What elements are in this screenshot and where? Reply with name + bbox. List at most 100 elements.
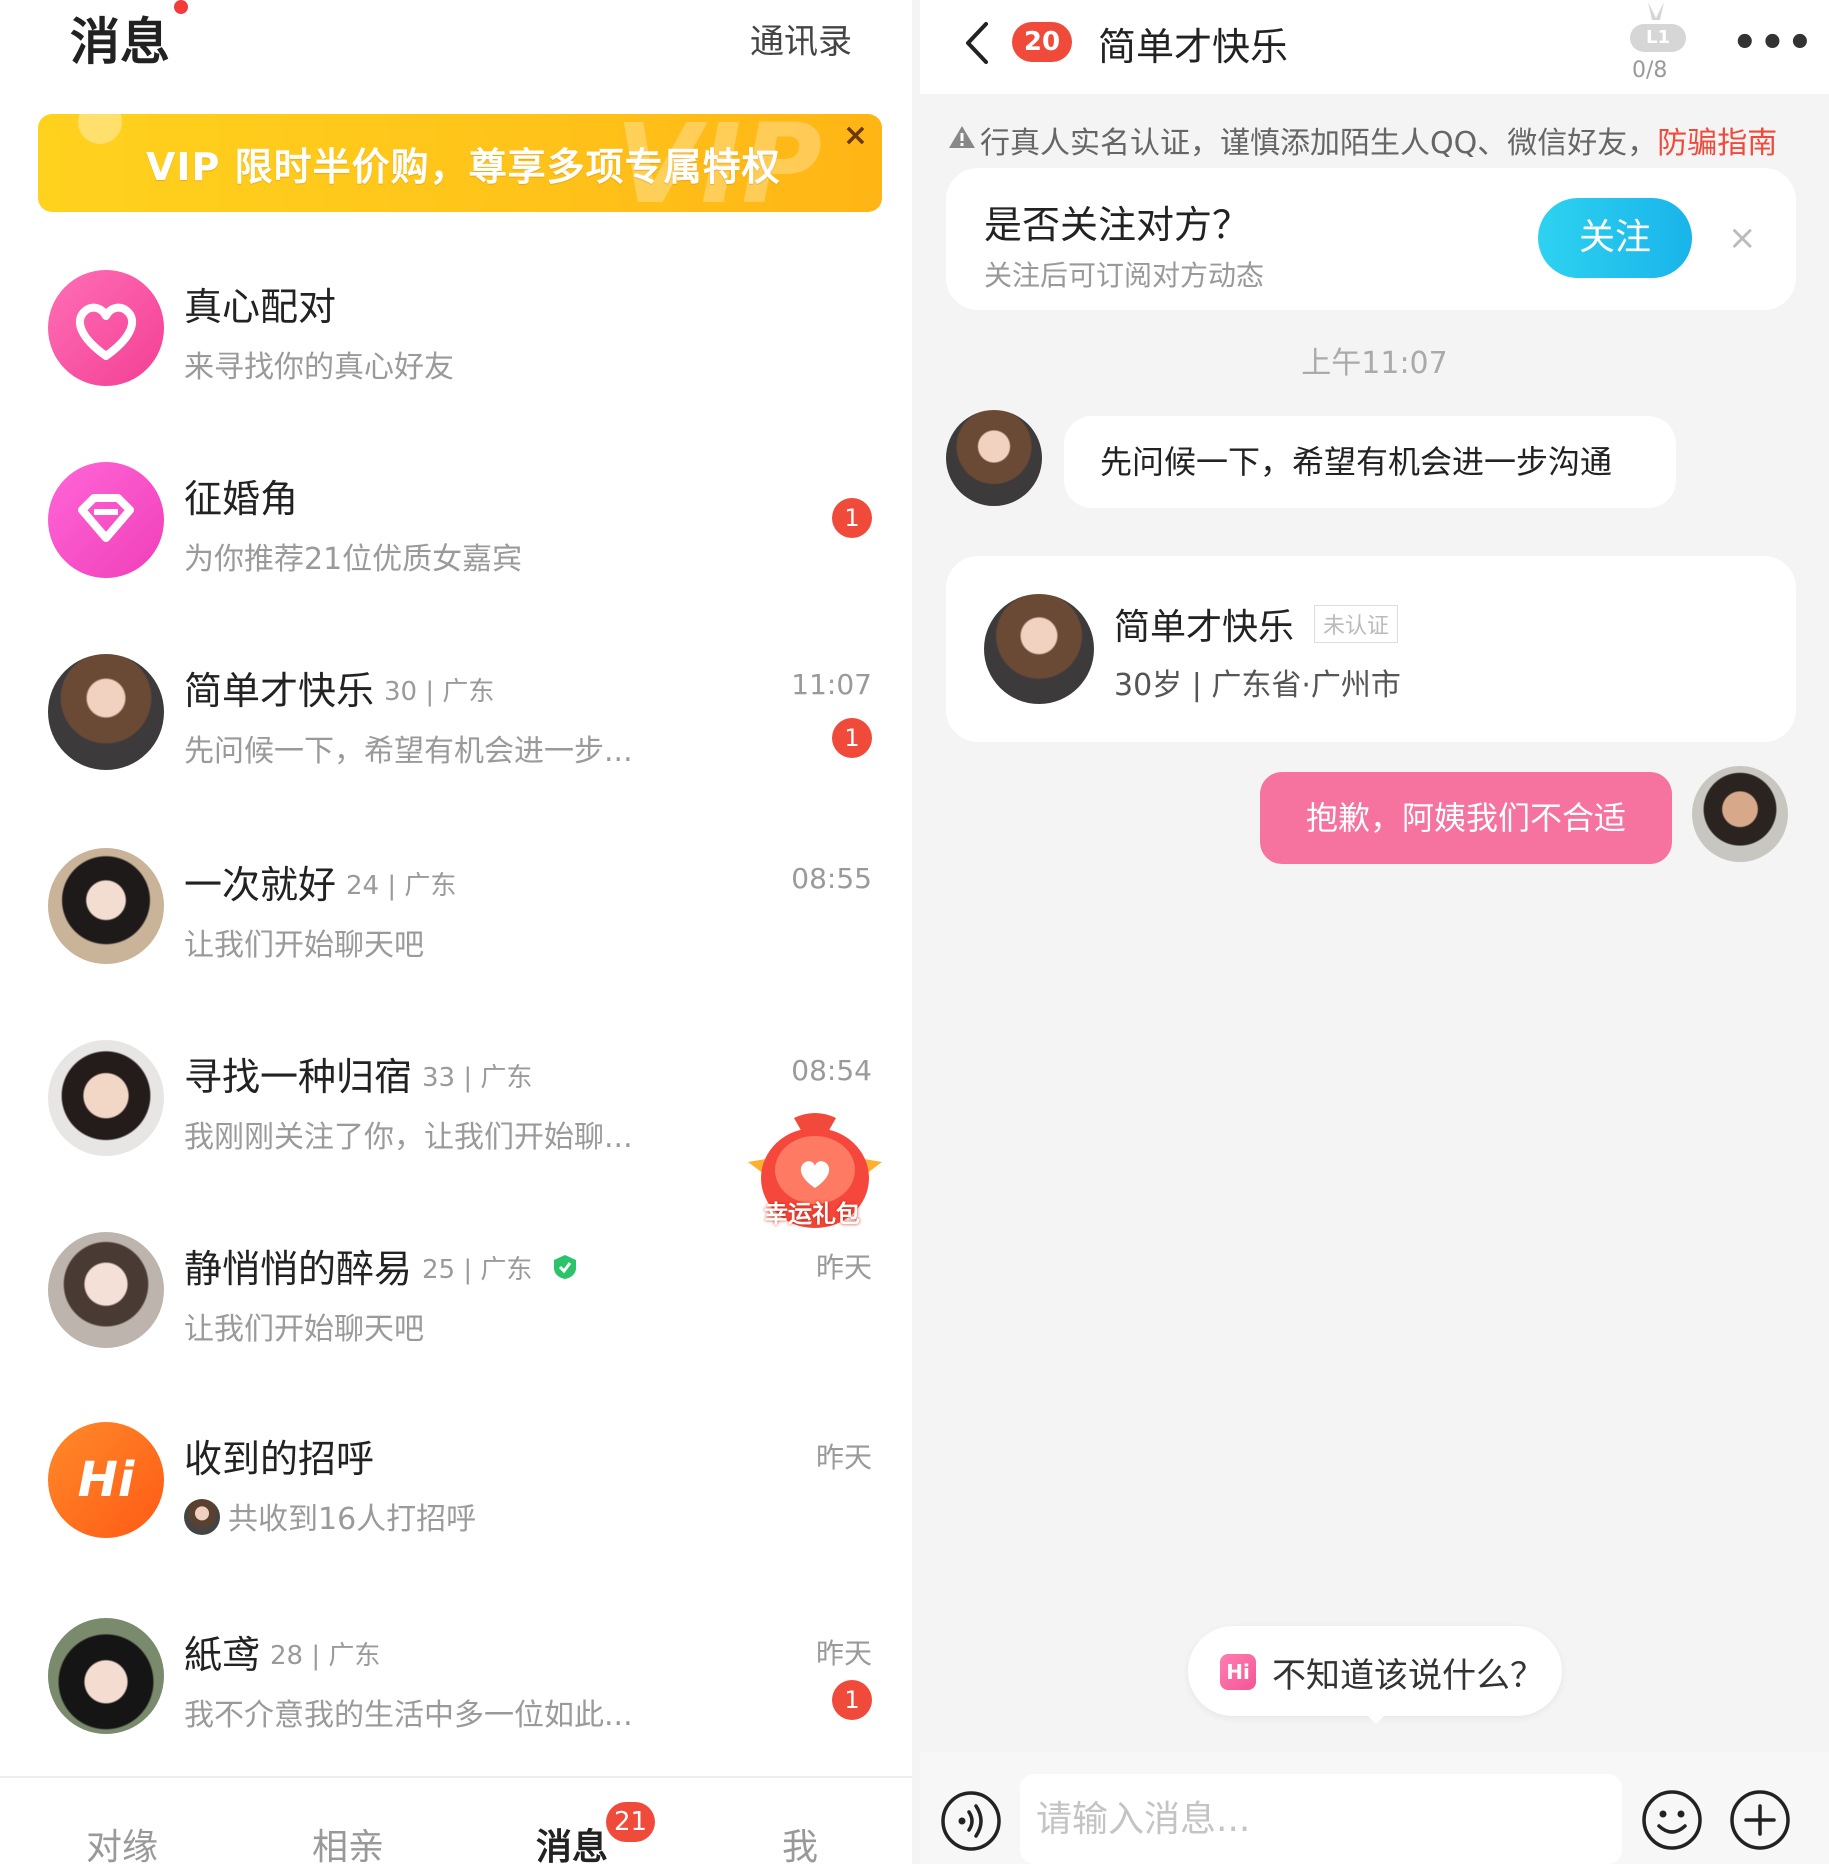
conversation-item[interactable]: 紙鸢 28 | 广东 我不介意我的生活中多一位如此... 昨天 1 <box>0 1582 920 1772</box>
hi-icon: Hi <box>1220 1654 1256 1690</box>
unverified-tag: 未认证 <box>1314 605 1399 643</box>
age-location: 24 | 广东 <box>346 871 457 901</box>
conversation-time: 昨天 <box>815 1637 872 1670</box>
diamond-icon <box>48 462 164 578</box>
close-icon[interactable]: × <box>1728 218 1757 258</box>
vip-banner-decoration <box>78 114 122 144</box>
heart-icon <box>48 270 164 386</box>
emoji-icon[interactable] <box>1640 1788 1704 1852</box>
user-avatar <box>48 654 164 770</box>
unread-badge: 1 <box>832 498 872 538</box>
incoming-message-bubble: 先问候一下，希望有机会进一步沟通 <box>1064 416 1676 508</box>
tab-me[interactable]: 我 <box>782 1818 818 1864</box>
conversation-time: 11:07 <box>791 668 872 701</box>
my-avatar[interactable] <box>1692 766 1788 862</box>
lucky-gift-label: 幸运礼包 <box>764 1200 860 1228</box>
sender-avatar[interactable] <box>946 410 1042 506</box>
conversation-preview: 让我们开始聊天吧 <box>184 928 424 963</box>
follow-prompt-card: 是否关注对方？ 关注后可订阅对方动态 关注 × <box>946 168 1796 310</box>
hi-icon: Hi <box>48 1422 164 1538</box>
conversation-preview: 让我们开始聊天吧 <box>184 1312 424 1347</box>
chat-header: 20 简单才快乐 L1 0/8 ••• <box>920 0 1829 94</box>
profile-avatar <box>984 594 1094 704</box>
conversation-name: 收到的招呼 <box>184 1437 375 1481</box>
message-input[interactable] <box>1020 1774 1622 1864</box>
conversation-name: 征婚角 <box>184 477 299 521</box>
conversation-preview: 先问候一下，希望有机会进一步... <box>184 734 633 769</box>
conversation-name: 寻找一种归宿 33 | 广东 <box>184 1055 533 1099</box>
age-location: 28 | 广东 <box>270 1641 381 1671</box>
conversation-name: 紙鸢 28 | 广东 <box>184 1633 381 1677</box>
plus-icon[interactable] <box>1728 1788 1792 1852</box>
chat-title: 简单才快乐 <box>1098 25 1289 69</box>
age-location: 25 | 广东 <box>422 1255 533 1285</box>
conversation-item[interactable]: 真心配对 来寻找你的真心好友 <box>0 230 920 420</box>
user-avatar <box>48 1618 164 1734</box>
sender-avatar <box>184 1499 220 1535</box>
anti-fraud-guide-link[interactable]: 防骗指南 <box>1657 126 1777 161</box>
conversation-name: 简单才快乐 30 | 广东 <box>184 669 495 713</box>
unread-badge: 1 <box>832 718 872 758</box>
tab-duiyuan[interactable]: 对缘 <box>86 1818 158 1864</box>
conversation-preview: 来寻找你的真心好友 <box>184 350 454 385</box>
more-icon[interactable]: ••• <box>1732 20 1815 66</box>
level-indicator[interactable]: L1 0/8 <box>1624 0 1688 84</box>
follow-prompt-subtitle: 关注后可订阅对方动态 <box>984 259 1265 292</box>
follow-button[interactable]: 关注 <box>1538 198 1692 278</box>
conversation-item[interactable]: 征婚角 为你推荐21位优质女嘉宾 1 <box>0 422 920 612</box>
user-avatar <box>48 1040 164 1156</box>
conversation-time: 08:54 <box>791 1054 872 1087</box>
voice-icon[interactable] <box>940 1790 1002 1852</box>
message-timestamp: 上午11:07 <box>1301 346 1448 381</box>
conversation-item[interactable]: Hi 收到的招呼 共收到16人打招呼 昨天 <box>0 1390 920 1580</box>
chat-screen: 20 简单才快乐 L1 0/8 ••• 行真人实名认证，谨慎添加陌生人QQ、微信… <box>920 0 1829 1864</box>
message-list-screen: 消息 通讯录 VIP VIP 限时半价购，尊享多项专属特权 × 真心配对 来寻找… <box>0 0 920 1864</box>
conversation-time: 昨天 <box>815 1441 872 1474</box>
conversation-preview: 我不介意我的生活中多一位如此... <box>184 1698 633 1733</box>
lucky-gift-button[interactable]: 幸运礼包 <box>744 1108 886 1232</box>
hint-tail <box>1364 1712 1388 1724</box>
warning-icon <box>949 126 975 148</box>
level-badge: L1 <box>1630 24 1686 52</box>
profile-info: 30岁 | 广东省·广州市 <box>1114 668 1401 703</box>
conversation-name: 一次就好 24 | 广东 <box>184 863 457 907</box>
screen-divider <box>912 0 920 1864</box>
bottom-tab-bar: 对缘 相亲 消息 21 我 <box>0 1776 920 1864</box>
conversation-name: 静悄悄的醉易 25 | 广东 <box>184 1238 578 1293</box>
message-input-bar <box>920 1752 1829 1864</box>
messages-tab-badge: 21 <box>606 1802 656 1842</box>
conversation-preview: 我刚刚关注了你，让我们开始聊... <box>184 1120 633 1155</box>
conversation-name: 真心配对 <box>184 285 337 329</box>
page-title: 消息 <box>70 13 170 71</box>
age-location: 33 | 广东 <box>422 1063 533 1093</box>
notification-dot <box>174 0 188 14</box>
unread-badge: 1 <box>832 1680 872 1720</box>
tab-messages[interactable]: 消息 <box>536 1818 608 1864</box>
conversation-preview: 为你推荐21位优质女嘉宾 <box>184 542 523 577</box>
vip-close-icon[interactable]: × <box>843 118 868 153</box>
follow-prompt-title: 是否关注对方？ <box>984 203 1251 247</box>
conversation-item[interactable]: 简单才快乐 30 | 广东 先问候一下，希望有机会进一步... 11:07 1 <box>0 616 920 806</box>
profile-card[interactable]: 简单才快乐 未认证 30岁 | 广东省·广州市 <box>946 556 1796 742</box>
conversation-time: 08:55 <box>791 862 872 895</box>
user-avatar <box>48 1232 164 1348</box>
outgoing-message-bubble: 抱歉，阿姨我们不合适 <box>1260 772 1672 864</box>
user-avatar <box>48 848 164 964</box>
unread-count-badge: 20 <box>1012 22 1072 62</box>
profile-name: 简单才快乐 <box>1114 607 1295 648</box>
vip-banner-text: VIP 限时半价购，尊享多项专属特权 <box>146 145 781 189</box>
back-icon[interactable] <box>958 18 998 68</box>
vip-banner[interactable]: VIP VIP 限时半价购，尊享多项专属特权 × <box>38 114 882 212</box>
age-location: 30 | 广东 <box>384 677 495 707</box>
safety-notice: 行真人实名认证，谨慎添加陌生人QQ、微信好友，防骗指南 <box>920 114 1829 164</box>
safety-notice-text: 行真人实名认证，谨慎添加陌生人QQ、微信好友， <box>980 126 1658 161</box>
verified-icon <box>552 1245 578 1279</box>
conversation-hint[interactable]: Hi 不知道该说什么？ <box>1188 1626 1562 1724</box>
contacts-link[interactable]: 通讯录 <box>750 14 852 63</box>
level-progress: 0/8 <box>1632 58 1668 83</box>
conversation-time: 昨天 <box>815 1251 872 1284</box>
conversation-item[interactable]: 一次就好 24 | 广东 让我们开始聊天吧 08:55 <box>0 810 920 1000</box>
svg-text:Hi: Hi <box>78 1452 135 1508</box>
tab-xiangqin[interactable]: 相亲 <box>312 1818 384 1864</box>
hint-text: 不知道该说什么？ <box>1272 1656 1544 1696</box>
